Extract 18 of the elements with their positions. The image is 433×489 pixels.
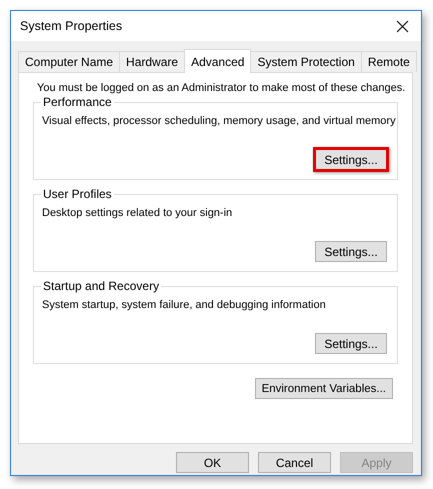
dialog-button[interactable]: OK [176, 452, 249, 473]
settings-button[interactable]: Settings... [315, 333, 387, 354]
group-title: Performance [41, 95, 114, 109]
environment-variables-button[interactable]: Environment Variables... [254, 378, 393, 399]
notice-text: You must be logged on as an Administrator to make most of these changes. [37, 82, 406, 94]
tab[interactable]: Remote [360, 51, 417, 72]
window-title: System Properties [20, 19, 122, 33]
tab[interactable]: Advanced [184, 49, 252, 73]
group-description: Desktop settings related to your sign-in [42, 207, 232, 219]
group-title: User Profiles [41, 187, 114, 201]
dialog-button[interactable]: Cancel [258, 452, 331, 473]
settings-button[interactable]: Settings... [315, 241, 387, 262]
tab[interactable]: Computer Name [18, 51, 120, 72]
group-description: Visual effects, processor scheduling, memory usage, and virtual memory [42, 115, 396, 127]
group-description: System startup, system failure, and debugging information [42, 299, 326, 311]
settings-button[interactable]: Settings... [313, 147, 389, 172]
close-icon[interactable] [396, 20, 409, 32]
group-title: Startup and Recovery [41, 279, 162, 293]
